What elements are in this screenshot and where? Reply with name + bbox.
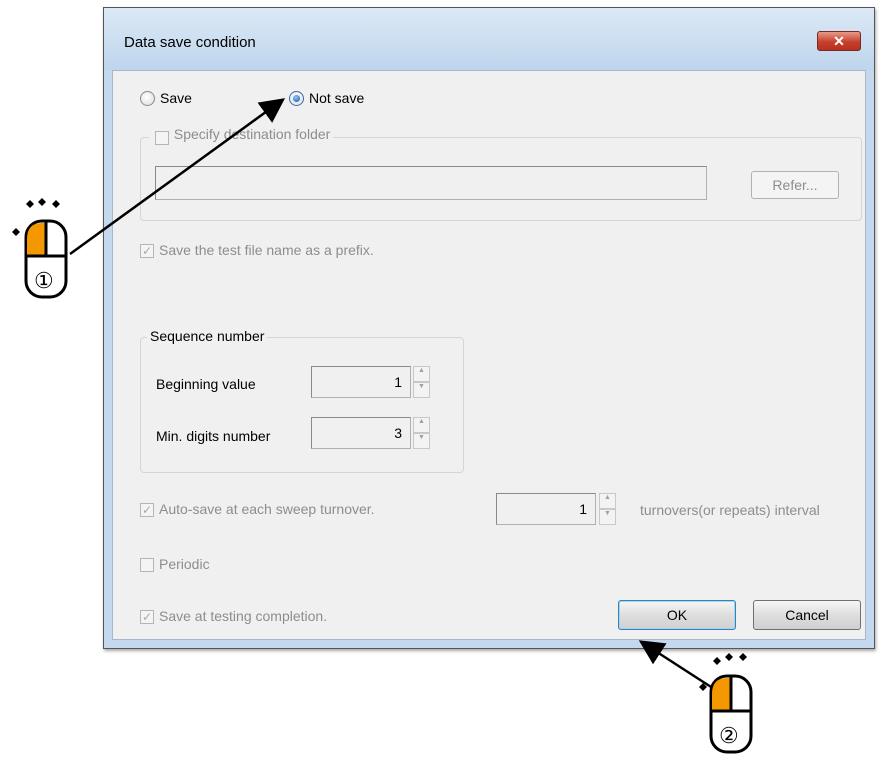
step1-marker: ① [34, 268, 54, 293]
step2-marker: ② [719, 723, 739, 748]
step1-arrow [69, 98, 286, 256]
mouse-step2: ② [697, 653, 777, 758]
instruction-arrows [69, 98, 726, 698]
mouse-step1: ① [6, 198, 86, 303]
